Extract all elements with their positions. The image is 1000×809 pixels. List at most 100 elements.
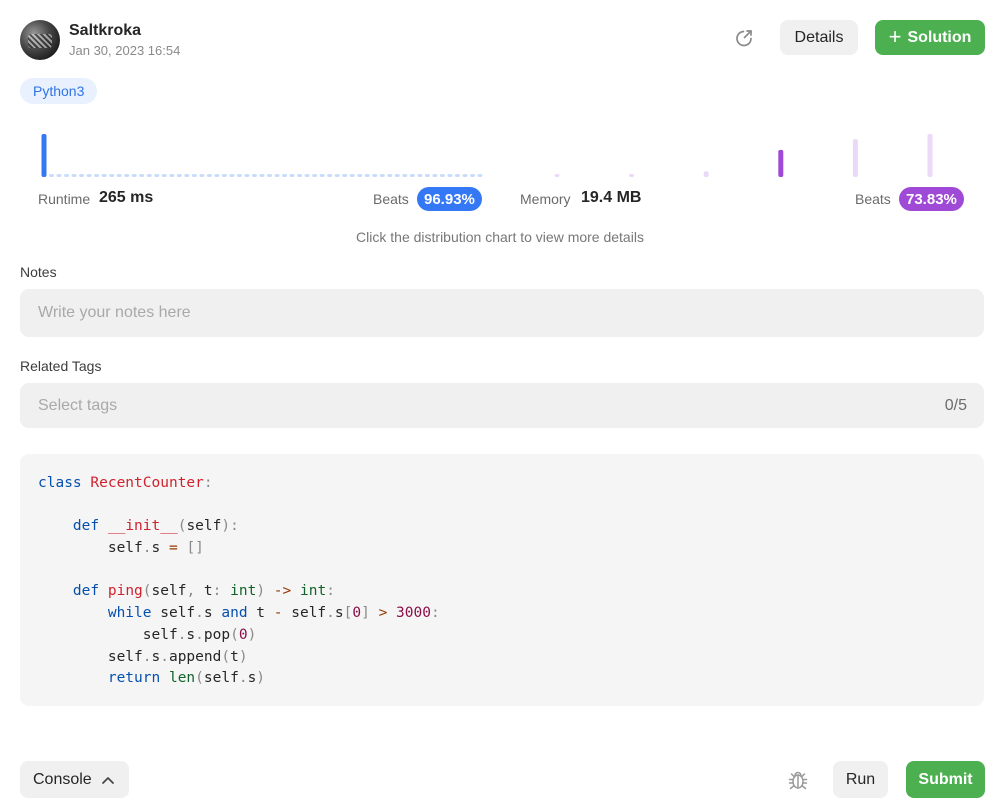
runtime-distribution-bar[interactable] [477,174,483,177]
memory-distribution-bar[interactable] [703,171,709,177]
runtime-distribution-bar[interactable] [304,174,310,177]
runtime-distribution-bar[interactable] [447,174,453,177]
runtime-distribution-bar[interactable] [439,174,445,177]
username[interactable]: Saltkroka [69,22,141,40]
memory-distribution-bar[interactable] [554,174,560,177]
runtime-distribution-bar[interactable] [312,174,318,177]
runtime-distribution-bar[interactable] [409,174,415,177]
language-tag: Python3 [20,78,98,104]
runtime-distribution-bar[interactable] [169,174,175,177]
runtime-distribution-bar[interactable] [387,174,393,177]
runtime-distribution-bar[interactable] [402,174,408,177]
runtime-distribution-bar[interactable] [124,174,130,177]
runtime-distribution-bar[interactable] [199,174,205,177]
runtime-distribution-bar[interactable] [357,174,363,177]
runtime-distribution-bar[interactable] [432,174,438,177]
runtime-distribution-bar[interactable] [154,174,160,177]
runtime-distribution-bar[interactable] [319,174,325,177]
runtime-beats-label: Beats [373,191,409,207]
console-button[interactable]: Console [20,761,129,798]
runtime-distribution-bar[interactable] [297,174,303,177]
details-button[interactable]: Details [780,20,858,55]
memory-distribution-bar[interactable] [778,149,784,177]
runtime-distribution-bar[interactable] [334,174,340,177]
distribution-chart[interactable] [20,120,980,185]
runtime-distribution-bar[interactable] [244,174,250,177]
runtime-distribution-bar[interactable] [267,174,273,177]
runtime-distribution-bar[interactable] [424,174,430,177]
runtime-distribution-bar[interactable] [214,174,220,177]
runtime-distribution-bar[interactable] [349,174,355,177]
runtime-distribution-bar[interactable] [394,174,400,177]
runtime-distribution-bar[interactable] [229,174,235,177]
runtime-distribution-bar[interactable] [86,174,92,177]
share-button[interactable] [726,20,762,56]
submit-button[interactable]: Submit [906,761,985,798]
avatar[interactable] [20,20,60,60]
runtime-distribution-bar[interactable] [191,174,197,177]
console-label: Console [33,770,92,788]
solution-button-label: Solution [907,28,972,46]
code-line: self.s = [] [38,540,204,557]
runtime-distribution-bar[interactable] [206,174,212,177]
runtime-distribution-bar[interactable] [221,174,227,177]
solution-button[interactable]: + Solution [875,20,985,55]
runtime-distribution-bar[interactable] [462,174,468,177]
runtime-distribution-bar[interactable] [139,174,145,177]
code-line: def ping(self, t: int) -> int: [72,583,335,600]
runtime-distribution-bar[interactable] [259,174,265,177]
memory-distribution-bar[interactable] [629,174,635,177]
runtime-distribution-bar[interactable] [41,134,47,177]
runtime-distribution-bar[interactable] [101,174,107,177]
runtime-distribution-bar[interactable] [251,174,257,177]
bug-icon [788,771,808,789]
memory-distribution-bar[interactable] [927,134,933,177]
code-line: self.s.pop(0) [38,626,257,643]
tags-placeholder: Select tags [38,396,118,414]
runtime-distribution-bar[interactable] [94,174,100,177]
plus-icon: + [888,23,902,49]
memory-label: Memory [520,191,571,207]
runtime-distribution-bar[interactable] [146,174,152,177]
submission-datetime: Jan 30, 2023 16:54 [69,43,181,58]
code-line: return len(self.s) [107,670,266,687]
related-tags-label: Related Tags [20,358,102,374]
runtime-distribution-bar[interactable] [469,174,475,177]
runtime-distribution-bar[interactable] [282,174,288,177]
runtime-beats-badge[interactable]: 96.93% [417,187,482,211]
distribution-chart-svg[interactable] [20,120,980,185]
memory-beats-badge[interactable]: 73.83% [899,187,964,211]
runtime-distribution-bar[interactable] [417,174,423,177]
memory-value: 19.4 MB [581,189,642,206]
runtime-distribution-bar[interactable] [176,174,182,177]
runtime-distribution-bar[interactable] [109,174,115,177]
runtime-distribution-bar[interactable] [56,174,62,177]
runtime-distribution-bar[interactable] [289,174,295,177]
runtime-distribution-bar[interactable] [379,174,385,177]
runtime-distribution-bar[interactable] [131,174,137,177]
runtime-distribution-bar[interactable] [64,174,70,177]
code-line: def __init__(self): [72,518,239,535]
runtime-distribution-bar[interactable] [184,174,190,177]
runtime-distribution-bar[interactable] [79,174,85,177]
runtime-distribution-bar[interactable] [236,174,242,177]
runtime-distribution-bar[interactable] [274,174,280,177]
chevron-up-icon [101,776,114,784]
runtime-distribution-bar[interactable] [49,174,55,177]
tags-select[interactable]: Select tags 0/5 [20,383,984,428]
runtime-distribution-bar[interactable] [71,174,77,177]
memory-distribution-bar[interactable] [852,139,858,177]
runtime-distribution-bar[interactable] [116,174,122,177]
debug-button[interactable] [780,761,816,798]
runtime-value: 265 ms [99,189,154,206]
notes-input[interactable] [20,289,984,337]
runtime-distribution-bar[interactable] [327,174,333,177]
runtime-distribution-bar[interactable] [372,174,378,177]
runtime-distribution-bar[interactable] [161,174,167,177]
runtime-distribution-bar[interactable] [454,174,460,177]
code-block[interactable]: class RecentCounter: def __init__(self):… [20,454,984,706]
runtime-distribution-bar[interactable] [364,174,370,177]
run-button[interactable]: Run [833,761,888,798]
runtime-distribution-bar[interactable] [342,174,348,177]
